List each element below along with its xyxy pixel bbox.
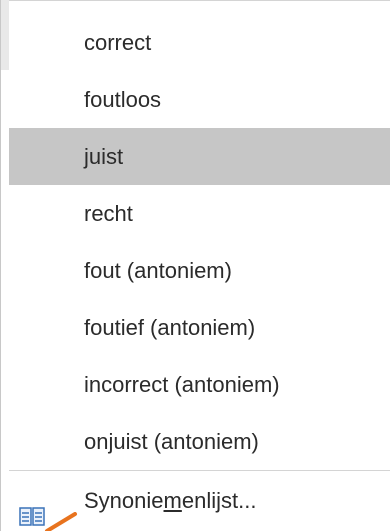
left-scroll-strip bbox=[1, 0, 9, 70]
menu-item-correct[interactable]: correct bbox=[9, 14, 390, 71]
access-key: m bbox=[163, 488, 182, 513]
menu-item-foutloos[interactable]: foutloos bbox=[9, 71, 390, 128]
menu-item-label: fout (antoniem) bbox=[84, 258, 232, 283]
menu-item-juist[interactable]: juist bbox=[9, 128, 390, 185]
menu-item-label: juist bbox=[84, 144, 124, 169]
menu-item-fout[interactable]: fout (antoniem) bbox=[9, 242, 390, 299]
synonyms-context-menu: correct foutloos juist recht fout (anton… bbox=[0, 0, 390, 531]
menu-item-label: foutloos bbox=[84, 87, 162, 112]
menu-item-onjuist[interactable]: onjuist (antoniem) bbox=[9, 413, 390, 470]
menu-item-label: foutief (antoniem) bbox=[84, 315, 256, 340]
menu-item-recht[interactable]: recht bbox=[9, 185, 390, 242]
menu-item-label: correct bbox=[84, 30, 152, 55]
orange-arrow-icon bbox=[45, 512, 77, 531]
menu-item-label: incorrect (antoniem) bbox=[84, 372, 280, 397]
thesaurus-label: Synoniemenlijst... bbox=[84, 488, 257, 513]
menu-item-label: recht bbox=[84, 201, 133, 226]
menu-separator bbox=[9, 470, 390, 471]
top-border bbox=[1, 0, 390, 1]
menu-item-incorrect[interactable]: incorrect (antoniem) bbox=[9, 356, 390, 413]
menu-item-foutief[interactable]: foutief (antoniem) bbox=[9, 299, 390, 356]
thesaurus-icon bbox=[19, 491, 46, 526]
menu-item-label: onjuist (antoniem) bbox=[84, 429, 259, 454]
